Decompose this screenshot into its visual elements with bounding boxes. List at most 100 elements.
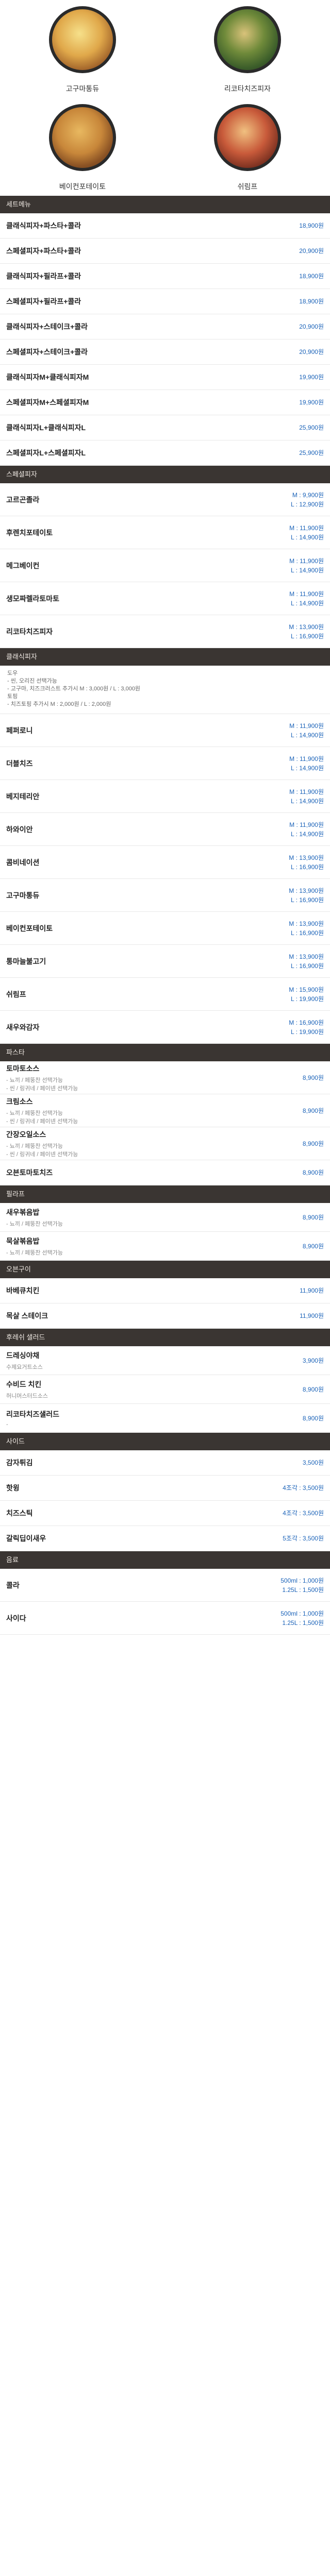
menu-item[interactable]: 메그베이컨 M : 11,900원 L : 14,900원: [0, 549, 330, 582]
item-title: 수비드 치킨: [6, 1380, 42, 1388]
menu-item[interactable]: 클래식피자+필라프+콜라 18,900원: [0, 264, 330, 289]
menu-item[interactable]: 바베큐치킨 11,900원: [0, 1278, 330, 1303]
price-m: M : 13,900원: [289, 920, 324, 927]
menu-item[interactable]: 페퍼로니 M : 11,900원 L : 14,900원: [0, 714, 330, 747]
menu-item[interactable]: 생모짜렐라토마토 M : 11,900원 L : 14,900원: [0, 582, 330, 615]
menu-item[interactable]: 클래식피자+스테이크+콜라 20,900원: [0, 314, 330, 340]
item-title: 토마토소스: [6, 1064, 40, 1073]
item-name: 스페셜피자M+스페셜피자M: [6, 398, 89, 406]
menu-item[interactable]: 묵살볶음밥 - 뇨끼 / 페뚱찬 선택가능 8,900원: [0, 1232, 330, 1261]
pizza-photo: [214, 104, 281, 171]
menu-item[interactable]: 크림소스 - 뇨끼 / 페뚱찬 선택가능 - 씬 / 링귀네 / 페이넨 선택가능…: [0, 1094, 330, 1127]
item-price: M : 11,900원 L : 14,900원: [289, 787, 324, 806]
menu-item[interactable]: 스페셜피자M+스페셜피자M 19,900원: [0, 390, 330, 415]
menu-item[interactable]: 드레싱야채 수제요거트소스 3,900원: [0, 1346, 330, 1375]
item-name: 핫윙: [6, 1484, 20, 1492]
menu-item[interactable]: 수비드 치킨 허니머스터드소스 8,900원: [0, 1375, 330, 1404]
menu-item[interactable]: 스페셜피자+파스타+콜라 20,900원: [0, 239, 330, 264]
menu-page: 고구마통듀 리코타치즈피자 베이컨포테이토 쉬림프 세트메뉴 클래식피자+파스타…: [0, 0, 330, 1635]
item-name: 치즈스틱: [6, 1509, 33, 1517]
menu-item[interactable]: 스페셜피자L+스페셜피자L 25,900원: [0, 440, 330, 466]
item-price: 25,900원: [299, 424, 324, 431]
item-price: 500ml : 1,000원 1.25L : 1,500원: [280, 1576, 324, 1595]
item-price: 11,900원: [300, 1312, 324, 1319]
menu-item[interactable]: 감자튀김 3,500원: [0, 1450, 330, 1476]
menu-item[interactable]: 갈릭딥이새우 5조각 : 3,500원: [0, 1526, 330, 1551]
menu-item[interactable]: 베이컨포테이토 M : 13,900원 L : 16,900원: [0, 912, 330, 945]
item-price: M : 13,900원 L : 16,900원: [289, 622, 324, 641]
item-price: 4조각 : 3,500원: [283, 1484, 324, 1492]
item-name: 새우와감자: [6, 1023, 40, 1031]
menu-item[interactable]: 클래식피자+파스타+콜라 18,900원: [0, 213, 330, 239]
item-price: 18,900원: [299, 298, 324, 305]
item-price: 11,900원: [300, 1287, 324, 1294]
menu-item[interactable]: 쉬림프 M : 15,900원 L : 19,900원: [0, 978, 330, 1011]
section-header-classic: 클래식피자: [0, 648, 330, 666]
item-name: 클래식피자L+클래식피자L: [6, 423, 86, 432]
pizza-photo: [214, 6, 281, 73]
section-header-oven: 오븐구이: [0, 1261, 330, 1278]
pizza-name: 쉬림프: [237, 182, 258, 191]
menu-item[interactable]: 콤비네이션 M : 13,900원 L : 16,900원: [0, 846, 330, 879]
menu-item[interactable]: 스페셜피자+필라프+콜라 18,900원: [0, 289, 330, 314]
menu-item[interactable]: 베지테리안 M : 11,900원 L : 14,900원: [0, 780, 330, 813]
price-m: M : 11,900원: [289, 755, 324, 762]
item-name: 통마늘불고기: [6, 957, 46, 965]
pizza-card[interactable]: 고구마통듀: [0, 0, 165, 98]
price-l: L : 14,900원: [291, 797, 324, 805]
menu-item[interactable]: 토마토소스 - 뇨끼 / 페뚱찬 선택가능 - 씬 / 링귀네 / 페이넨 선택가…: [0, 1061, 330, 1094]
price-l: L : 16,900원: [291, 863, 324, 871]
menu-item[interactable]: 리코타치즈샐러드 - 8,900원: [0, 1404, 330, 1433]
menu-item[interactable]: 스페셜피자+스테이크+콜라 20,900원: [0, 340, 330, 365]
section-header-drink: 음료: [0, 1551, 330, 1569]
item-name: 묵살볶음밥 - 뇨끼 / 페뚱찬 선택가능: [6, 1236, 63, 1257]
menu-item[interactable]: 고르곤졸라 M : 9,900원 L : 12,900원: [0, 483, 330, 516]
price-m: M : 11,900원: [289, 821, 324, 828]
menu-item[interactable]: 고구마통듀 M : 13,900원 L : 16,900원: [0, 879, 330, 912]
menu-item[interactable]: 사이다 500ml : 1,000원 1.25L : 1,500원: [0, 1602, 330, 1635]
item-price: 8,900원: [302, 1107, 324, 1114]
menu-item[interactable]: 새우와감자 M : 16,900원 L : 19,900원: [0, 1011, 330, 1044]
menu-item[interactable]: 더블치즈 M : 11,900원 L : 14,900원: [0, 747, 330, 780]
classic-notes: 도우 - 씬, 오리진 선택가능 - 고구마, 치즈크러스트 추가시 M : 3…: [0, 666, 330, 714]
menu-item[interactable]: 클래식피자M+클래식피자M 19,900원: [0, 365, 330, 390]
menu-item[interactable]: 클래식피자L+클래식피자L 25,900원: [0, 415, 330, 440]
price-l: L : 12,900원: [291, 500, 324, 508]
pizza-name: 리코타치즈피자: [224, 84, 271, 93]
section-header-salad: 후레쉬 샐러드: [0, 1329, 330, 1346]
item-title: 크림소스: [6, 1097, 33, 1106]
price-l: L : 19,900원: [291, 995, 324, 1003]
pizza-card[interactable]: 베이컨포테이토: [0, 98, 165, 196]
item-name: 클래식피자+스테이크+콜라: [6, 323, 88, 331]
menu-item[interactable]: 리코타치즈피자 M : 13,900원 L : 16,900원: [0, 615, 330, 648]
item-name: 감자튀김: [6, 1459, 33, 1467]
menu-item[interactable]: 통마늘불고기 M : 13,900원 L : 16,900원: [0, 945, 330, 978]
menu-item[interactable]: 후렌치포테이토 M : 11,900원 L : 14,900원: [0, 516, 330, 549]
menu-item[interactable]: 치즈스틱 4조각 : 3,500원: [0, 1501, 330, 1526]
item-price: M : 11,900원 L : 14,900원: [289, 589, 324, 608]
menu-item[interactable]: 목살 스테이크 11,900원: [0, 1303, 330, 1329]
price-m: 500ml : 1,000원: [280, 1609, 324, 1617]
item-name: 더블치즈: [6, 759, 33, 768]
item-name: 클래식피자+파스타+콜라: [6, 222, 81, 230]
item-price: 18,900원: [299, 222, 324, 229]
menu-item[interactable]: 콜라 500ml : 1,000원 1.25L : 1,500원: [0, 1569, 330, 1602]
pizza-card[interactable]: 쉬림프: [165, 98, 330, 196]
item-name: 후렌치포테이토: [6, 528, 53, 537]
item-name: 새우볶음밥 - 뇨끼 / 페뚱찬 선택가능: [6, 1207, 63, 1228]
item-name: 스페셜피자+파스타+콜라: [6, 247, 81, 255]
item-price: M : 11,900원 L : 14,900원: [289, 820, 324, 839]
menu-item[interactable]: 오븐토마토치즈 8,900원: [0, 1160, 330, 1185]
menu-item[interactable]: 하와이안 M : 11,900원 L : 14,900원: [0, 813, 330, 846]
pizza-photo: [49, 6, 116, 73]
price-l: L : 16,900원: [291, 962, 324, 970]
menu-item[interactable]: 핫윙 4조각 : 3,500원: [0, 1476, 330, 1501]
pizza-card[interactable]: 리코타치즈피자: [165, 0, 330, 98]
item-price: 4조각 : 3,500원: [283, 1510, 324, 1517]
item-name: 콜라: [6, 1581, 20, 1589]
menu-item[interactable]: 새우볶음밥 - 뇨끼 / 페뚱찬 선택가능 8,900원: [0, 1203, 330, 1232]
menu-item[interactable]: 간장오일소스 - 뇨끼 / 페뚱찬 선택가능 - 씬 / 링귀네 / 페이넨 선택…: [0, 1127, 330, 1160]
note-line: - 씬, 오리진 선택가능: [7, 678, 57, 684]
item-name: 리코타치즈피자: [6, 627, 53, 636]
item-name: 메그베이컨: [6, 561, 40, 570]
